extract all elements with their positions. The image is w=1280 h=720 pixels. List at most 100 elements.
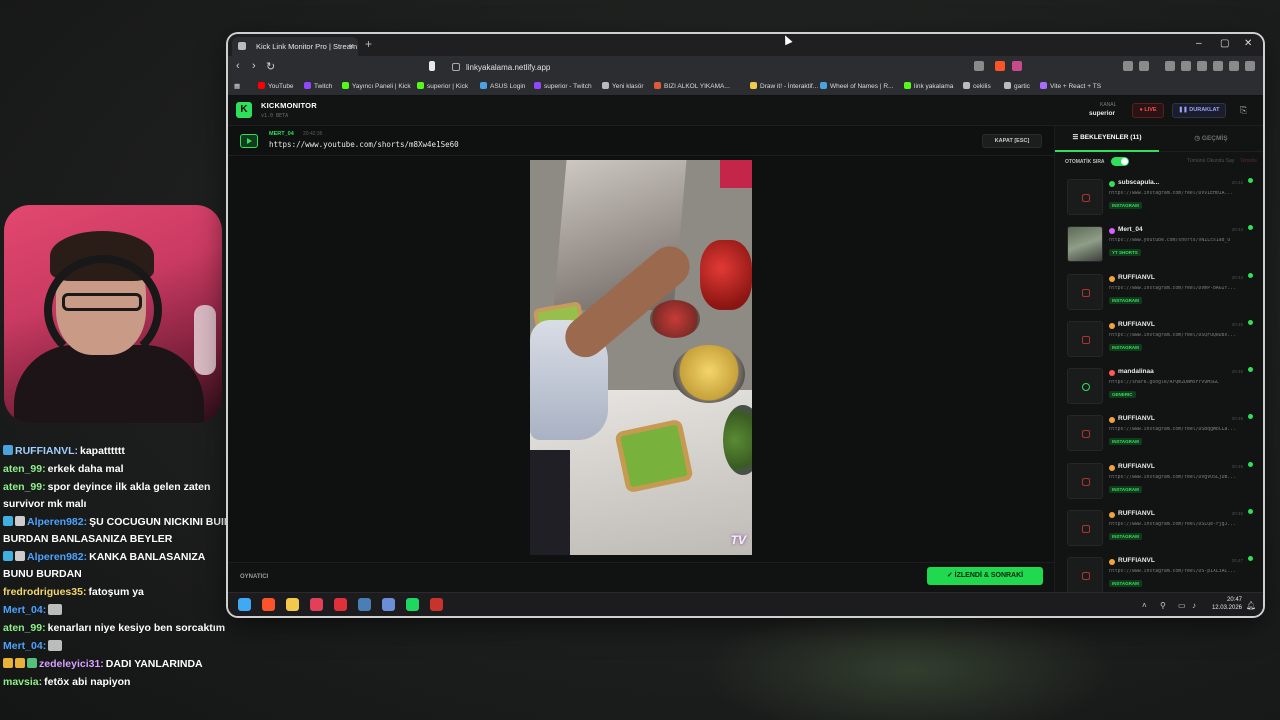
watched-next-button[interactable]: ✓ İZLENDİ & SONRAKİ xyxy=(927,567,1043,585)
browser-tab-active[interactable]: Kick Link Monitor Pro | Stream × xyxy=(232,37,358,56)
chat-message: aten_99: kenarları niye kesiyo ben sorcak… xyxy=(3,620,233,637)
site-info-icon[interactable] xyxy=(452,63,460,71)
back-icon[interactable]: ‹ xyxy=(236,60,240,72)
share-icon[interactable] xyxy=(974,61,984,71)
mic-icon[interactable]: ⚲ xyxy=(1160,601,1166,610)
bookmark-page-icon[interactable] xyxy=(429,61,435,71)
chat-text: kenarları niye kesiyo ben sorcaktım xyxy=(47,622,226,634)
queue-item[interactable]: RUFFIANVL 20:46 https://www.instagram.com/… xyxy=(1061,507,1257,554)
sidebar-icon[interactable] xyxy=(1181,61,1191,71)
bookmark-item[interactable]: Vite + React + TS xyxy=(1040,82,1101,90)
tab-search-icon[interactable] xyxy=(1139,61,1149,71)
bookmark-item[interactable]: superior | Kick xyxy=(417,82,468,90)
chat-username[interactable]: zedeleyici31: xyxy=(39,658,104,670)
tray-chevron-icon[interactable]: ˄ xyxy=(1142,601,1147,610)
reload-icon[interactable]: ↻ xyxy=(266,60,275,73)
menu-icon[interactable] xyxy=(1245,61,1255,71)
bookmark-item[interactable]: BIZI ALKOL YIKAMA... xyxy=(654,82,730,90)
tab-waiting[interactable]: ☰ BEKLEYENLER (11) xyxy=(1055,126,1159,152)
chat-username[interactable]: aten_99: xyxy=(3,622,46,634)
spotify-icon[interactable] xyxy=(406,598,419,611)
chat-username[interactable]: Alperen982: xyxy=(27,551,87,563)
queue-item[interactable]: RUFFIANVL 20:46 https://www.instagram.com/… xyxy=(1061,460,1257,507)
minimize-icon[interactable]: – xyxy=(1196,38,1202,49)
bookmark-item[interactable]: Yeni klasör xyxy=(602,82,644,90)
bookmark-item[interactable]: Yayıncı Paneli | Kick xyxy=(342,82,411,90)
chat-username[interactable]: RUFFIANVL: xyxy=(15,445,78,457)
kick-logo-icon: K xyxy=(236,102,252,118)
stream-app-icon[interactable] xyxy=(430,598,443,611)
bookmark-item[interactable]: YouTube xyxy=(258,82,294,90)
chat-message: RUFFIANVL: kapatttttt xyxy=(3,443,233,460)
chat-username[interactable]: Alperen982: xyxy=(27,516,87,528)
close-player-button[interactable]: KAPAT [ESC] xyxy=(982,134,1042,148)
bookmark-item[interactable]: Wheel of Names | R... xyxy=(820,82,893,90)
check-icon: ✓ xyxy=(946,572,955,579)
settings-icon[interactable]: ⎘ xyxy=(1240,105,1247,116)
queue-item[interactable]: RUFFIANVL 20:46 https://www.instagram.com/… xyxy=(1061,412,1257,459)
queue-item[interactable]: mandalinaa 20:45 https://share.google/ArQm… xyxy=(1061,365,1257,412)
maximize-icon[interactable]: ▢ xyxy=(1220,38,1229,49)
tab-history[interactable]: ◷ GEÇMİŞ xyxy=(1159,126,1263,152)
red-app-icon[interactable] xyxy=(334,598,347,611)
apps-grid-icon[interactable]: ▦ xyxy=(234,82,240,90)
chat-username[interactable]: aten_99: xyxy=(3,463,46,475)
address-bar[interactable]: linkyakalama.netlify.app xyxy=(448,59,1018,76)
queue-item[interactable]: Mert_04 20:44 https://www.youtube.com/shor… xyxy=(1061,223,1257,270)
file-explorer-icon[interactable] xyxy=(286,598,299,611)
steam-icon[interactable] xyxy=(358,598,371,611)
now-playing-bar: MERT_04 20:42:36 https://www.youtube.com… xyxy=(228,126,1054,156)
brave-icon[interactable] xyxy=(262,598,275,611)
auto-queue-toggle[interactable] xyxy=(1111,157,1129,166)
tab-close-icon[interactable]: × xyxy=(349,37,354,56)
bookmark-item[interactable]: Draw it! - İnteraktif... xyxy=(750,82,818,90)
volume-icon[interactable]: ♪ xyxy=(1192,601,1196,610)
media-icon[interactable] xyxy=(1165,61,1175,71)
windows-start-icon[interactable] xyxy=(238,598,251,611)
bookmark-item[interactable]: gartic xyxy=(1004,82,1030,90)
queue-url: https://www.instagram.com/reel/DVmP-bAGI… xyxy=(1109,285,1237,291)
forward-icon[interactable]: › xyxy=(252,60,256,72)
wallet-icon[interactable] xyxy=(1197,61,1207,71)
chat-badge-icon xyxy=(3,551,13,561)
user-dot-icon xyxy=(1109,228,1115,235)
queue-item[interactable]: RUFFIANVL 20:45 https://www.instagram.com/… xyxy=(1061,318,1257,365)
close-window-icon[interactable]: ✕ xyxy=(1244,38,1252,49)
taskbar-clock[interactable]: 20:47 12.03.2026 xyxy=(1206,596,1242,612)
mark-all-read-button[interactable]: Tümünü Okundu Say xyxy=(1187,158,1234,164)
live-button[interactable]: ● LIVE xyxy=(1132,103,1164,118)
queue-item[interactable]: subscapula... 20:42 https://www.instagram.… xyxy=(1061,176,1257,223)
new-tab-icon[interactable]: + xyxy=(365,37,372,51)
bookmark-favicon-icon xyxy=(1040,82,1047,89)
bookmark-favicon-icon xyxy=(417,82,424,89)
chat-username[interactable]: aten_99: xyxy=(3,481,46,493)
monitor-icon[interactable]: ▭ xyxy=(1178,601,1186,610)
extension-icon[interactable] xyxy=(1123,61,1133,71)
bookmark-item[interactable]: superior - Twitch xyxy=(534,82,592,90)
leo-icon[interactable] xyxy=(1213,61,1223,71)
brave-shields-icon[interactable] xyxy=(995,61,1005,71)
bookmark-item[interactable]: Twitch xyxy=(304,82,332,90)
queue-time: 20:46 xyxy=(1231,463,1243,469)
queue-time: 20:46 xyxy=(1231,416,1243,422)
notification-icon[interactable]: 🔔︎ xyxy=(1246,601,1256,610)
bookmark-item[interactable]: cekilis xyxy=(963,82,991,90)
queue-list: subscapula... 20:42 https://www.instagram.… xyxy=(1061,176,1257,602)
chat-username[interactable]: Mert_04: xyxy=(3,640,46,652)
chat-username[interactable]: fredrodrigues35: xyxy=(3,586,86,598)
brave-rewards-icon[interactable] xyxy=(1012,61,1022,71)
map-pin-icon[interactable] xyxy=(310,598,323,611)
queue-url: https://share.google/ArQm2DNMsFrv9MSGC xyxy=(1109,380,1219,386)
queue-item[interactable]: RUFFIANVL 20:44 https://www.instagram.com/… xyxy=(1061,271,1257,318)
vpn-icon[interactable] xyxy=(1229,61,1239,71)
app-circle-icon[interactable] xyxy=(382,598,395,611)
chat-message: Mert_04: xyxy=(3,602,233,619)
chat-username[interactable]: Mert_04: xyxy=(3,604,46,616)
bookmark-item[interactable]: link yakalama xyxy=(904,82,953,90)
bookmark-item[interactable]: ASUS Login xyxy=(480,82,525,90)
video-player[interactable]: TV xyxy=(530,160,752,555)
pause-button[interactable]: ❚❚ DURAKLAT xyxy=(1172,103,1226,118)
clear-button[interactable]: Temizle xyxy=(1240,158,1257,164)
now-playing-url[interactable]: https://www.youtube.com/shorts/m8Xw4e1Se… xyxy=(269,140,459,149)
chat-username[interactable]: mavsia: xyxy=(3,676,42,688)
